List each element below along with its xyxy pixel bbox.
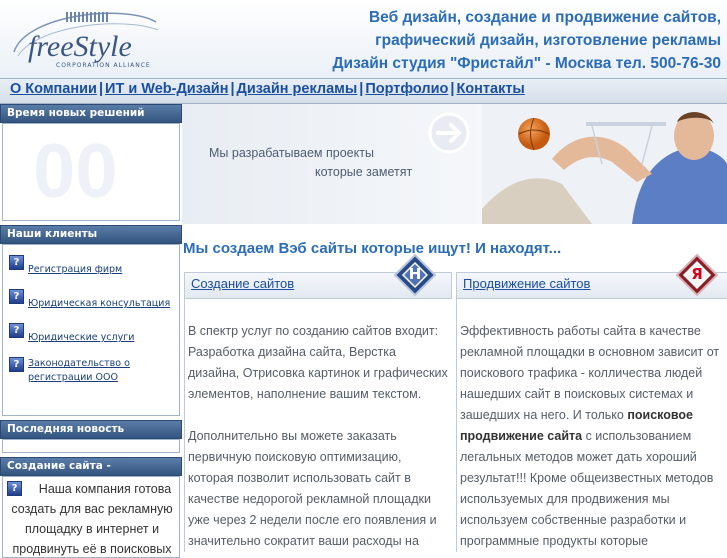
clock-display: 00 <box>33 129 118 214</box>
left-sidebar: Время новых решений 00 Наши клиенты ? Ре… <box>0 104 182 558</box>
creation-paragraph-2: Дополнительно вы можете заказать первичн… <box>188 429 437 548</box>
column-body: В спектр услуг по созданию сайтов входит… <box>185 299 452 552</box>
client-link[interactable]: Законодательство о регистрации ООО <box>28 357 130 385</box>
main-headline: Мы создаем Вэб сайты которые ищут! И нах… <box>183 240 562 257</box>
yandex-letter: Я <box>691 265 703 283</box>
creation-paragraph-1: В спектр услуг по созданию сайтов входит… <box>188 324 448 401</box>
nav-portfolio[interactable]: Портфолио <box>365 81 448 97</box>
news-box-title: Последняя новость <box>0 420 182 439</box>
header: freeStyle CORPORATION ALLIANCE Веб дизай… <box>0 0 727 78</box>
client-item[interactable]: ? Регистрация фирм <box>3 253 181 287</box>
client-link[interactable]: Юридические услуги <box>28 331 134 345</box>
help-icon: ? <box>9 255 24 270</box>
news-box <box>2 439 180 453</box>
header-tagline: Веб дизайн, создание и продвижение сайто… <box>333 6 721 75</box>
free-site-box: ? Наша компания готова создать для вас р… <box>2 476 180 558</box>
client-item[interactable]: ? Юридические услуги <box>3 321 181 355</box>
service-column-promotion: Продвижение сайтов Я Эффективность работ… <box>456 253 727 552</box>
nav-contacts[interactable]: Контакты <box>456 81 524 97</box>
promotion-paragraph-end: с использованием легальных методов может… <box>460 429 714 548</box>
hexagon-letter: H <box>408 265 422 283</box>
free-site-text: Наша компания готова создать для вас рек… <box>11 482 173 556</box>
tagline-line-1: Веб дизайн, создание и продвижение сайто… <box>368 9 721 26</box>
free-site-box-title: Создание сайта - Бесплатно <box>0 457 182 487</box>
service-column-creation: Создание сайтов H В спектр услуг по созд… <box>184 253 452 552</box>
clients-box: ? Регистрация фирм ? Юридическая консуль… <box>2 244 180 416</box>
column-header: Создание сайтов H <box>185 253 452 299</box>
help-icon: ? <box>9 289 24 304</box>
client-item[interactable]: ? Законодательство о регистрации ООО <box>3 355 181 399</box>
nav-about[interactable]: О Компании <box>10 81 97 97</box>
time-box: 00 <box>2 123 180 221</box>
nav-ad-design[interactable]: Дизайн рекламы <box>237 81 358 97</box>
clients-box-title: Наши клиенты <box>0 225 182 244</box>
yandex-icon[interactable]: Я <box>673 251 721 299</box>
column-header: Продвижение сайтов Я <box>457 253 727 299</box>
nav-it-web-design[interactable]: ИТ и Web-Дизайн <box>105 81 228 97</box>
tagline-line-3: Дизайн студия "Фристайл" - Москва тел. 5… <box>332 55 721 72</box>
time-box-title: Время новых решений <box>0 104 182 123</box>
help-icon: ? <box>9 357 24 372</box>
nav-separator: | <box>98 81 104 97</box>
logo-subtext: CORPORATION ALLIANCE <box>56 62 151 69</box>
client-link-line-1: Законодательство о <box>28 358 130 369</box>
logo-text: freeStyle <box>28 30 132 63</box>
client-list: ? Регистрация фирм ? Юридическая консуль… <box>3 253 181 399</box>
tagline-line-2: графический дизайн, изготовление рекламы <box>375 32 721 49</box>
client-link-line-2: регистрации ООО <box>28 372 118 383</box>
logo[interactable]: freeStyle CORPORATION ALLIANCE <box>6 4 166 74</box>
help-icon: ? <box>9 323 24 338</box>
client-link[interactable]: Юридическая консультация <box>28 297 170 311</box>
hexagon-h-icon[interactable]: H <box>391 251 439 299</box>
main-nav: О Компании | ИТ и Web-Дизайн | Дизайн реклам… <box>0 78 727 104</box>
client-link[interactable]: Регистрация фирм <box>28 263 122 277</box>
column-body: Эффективность работы сайта в качестве ре… <box>457 299 727 552</box>
client-item[interactable]: ? Юридическая консультация <box>3 287 181 321</box>
site-promotion-link[interactable]: Продвижение сайтов <box>463 276 590 291</box>
hero-banner: Мы разрабатываем проекты которые заметят <box>182 104 727 224</box>
hero-illustration <box>428 104 727 224</box>
nav-separator: | <box>230 81 235 97</box>
site-creation-link[interactable]: Создание сайтов <box>191 276 294 291</box>
